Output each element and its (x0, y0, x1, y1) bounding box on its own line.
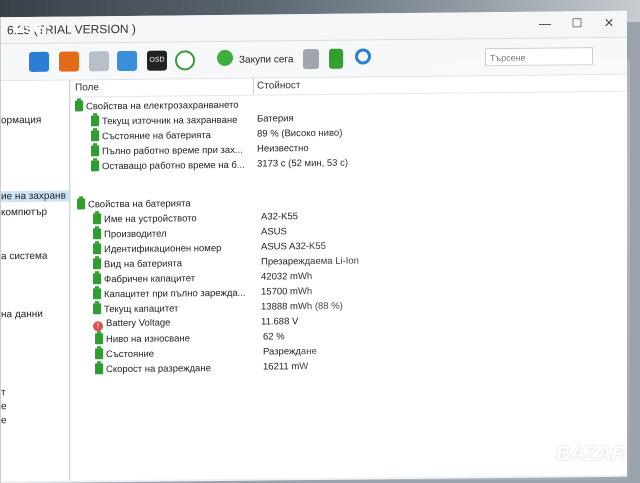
group-header[interactable]: Свойства на батерията (77, 197, 191, 212)
row-field: Ниво на износване (106, 333, 190, 346)
row-field: Капацитет при пълно зарежда... (104, 287, 246, 301)
row-value: 11.688 V (261, 316, 299, 328)
column-header-field[interactable]: Поле (75, 82, 99, 93)
table-row[interactable]: Фабричен капацитет (93, 272, 195, 287)
tree-item[interactable]: е (1, 401, 7, 412)
battery-icon (91, 115, 99, 127)
tree-item[interactable]: ормация (1, 115, 41, 126)
app-window: 6.25 (TRIAL VERSION ) — ☐ ✕ OSD Закупи с… (0, 10, 627, 483)
row-value: Разреждане (263, 345, 317, 358)
battery-icon (93, 213, 101, 225)
battery-icon (95, 348, 103, 360)
tools-icon[interactable] (89, 51, 109, 72)
row-field: Battery Voltage (106, 317, 171, 330)
row-field: Скорост на разреждане (106, 363, 211, 376)
search-icon[interactable] (355, 48, 371, 65)
table-row[interactable]: Състояние на батерията (91, 129, 211, 144)
battery-icon (93, 243, 101, 255)
battery-icon (91, 130, 99, 142)
tree-item[interactable]: компютър (1, 207, 47, 218)
group-title: Свойства на електрозахранването (86, 99, 239, 113)
user-overlay-label: user (14, 20, 50, 37)
group-title: Свойства на батерията (88, 198, 191, 211)
tree-item-selected[interactable]: ие на захранв (1, 190, 70, 203)
row-field: Идентификационен номер (104, 242, 222, 256)
battery-icon (75, 100, 83, 112)
download-arrow-icon[interactable] (329, 48, 343, 69)
battery-icon (93, 273, 101, 285)
row-value: ASUS A32-K55 (261, 240, 326, 253)
column-header-value[interactable]: Стойност (257, 80, 301, 91)
row-value: ASUS (261, 226, 287, 238)
row-field: Вид на батерията (104, 258, 183, 271)
tree-item[interactable]: т (1, 387, 6, 398)
row-value: 13888 mWh (88 %) (261, 300, 343, 313)
buy-now-icon[interactable] (217, 49, 233, 67)
table-row[interactable]: Текущ капацитет (93, 302, 178, 317)
row-value: Батерия (257, 113, 294, 125)
row-value: 62 % (263, 331, 285, 343)
battery-icon (91, 160, 99, 172)
table-row[interactable]: Състояние (95, 348, 154, 363)
row-value: 42032 mWh (261, 271, 313, 283)
watermark-logo: BAZAR (556, 443, 626, 465)
battery-icon (95, 333, 103, 345)
gauge-icon[interactable] (175, 50, 195, 71)
row-field: Състояние (106, 348, 155, 361)
table-row[interactable]: Ниво на износване (95, 332, 190, 347)
row-field: Пълно работно време при зах... (102, 144, 243, 158)
battery-icon (93, 288, 101, 300)
maximize-button[interactable]: ☐ (569, 15, 585, 31)
table-row[interactable]: Скорост на разреждане (95, 362, 211, 377)
row-value: 16211 mW (263, 361, 309, 373)
row-value: 89 % (Високо ниво) (257, 127, 343, 140)
battery-icon (93, 228, 101, 240)
flame-icon[interactable] (59, 51, 79, 72)
row-value: Неизвестно (257, 143, 309, 155)
row-value: Презареждаема Li-Ion (261, 255, 359, 268)
navigation-tree: ормация ие на захранв компютър а система… (1, 80, 70, 482)
row-field: Оставащо работно време на б... (102, 159, 245, 173)
row-value: 3173 с (52 мин, 53 с) (257, 157, 349, 170)
row-field: Производител (104, 228, 167, 241)
network-icon[interactable] (117, 50, 137, 72)
row-field: Текущ капацитет (104, 303, 179, 316)
table-row[interactable]: Оставащо работно време на б... (91, 159, 245, 175)
wrench-icon[interactable] (303, 48, 319, 70)
buy-now-button[interactable]: Закупи сега (239, 54, 293, 66)
row-field: Име на устройството (104, 213, 197, 226)
row-value: A32-K55 (261, 211, 298, 223)
header-divider (71, 90, 627, 98)
osd-icon[interactable]: OSD (147, 50, 167, 71)
tree-item[interactable]: е (1, 415, 7, 426)
row-field: Текущ източник на захранване (102, 114, 238, 128)
details-table: Поле Стойност Свойства на електрозахранв… (71, 74, 627, 481)
close-button[interactable]: ✕ (601, 15, 617, 31)
table-row[interactable]: Пълно работно време при зах... (91, 144, 243, 160)
battery-icon (93, 303, 101, 315)
table-row[interactable]: Вид на батерията (93, 257, 182, 272)
row-value: 15700 mWh (261, 286, 313, 298)
voltage-warning-icon: ! (93, 321, 103, 332)
battery-icon (91, 145, 99, 157)
minimize-button[interactable]: — (537, 15, 553, 31)
table-row[interactable]: Капацитет при пълно зарежда... (93, 287, 246, 303)
table-row[interactable]: Име на устройството (93, 212, 197, 227)
table-row[interactable]: ! Battery Voltage (93, 317, 170, 332)
row-field: Състояние на батерията (102, 130, 211, 143)
battery-icon (95, 363, 103, 375)
table-row[interactable]: Идентификационен номер (93, 242, 221, 257)
computer-icon[interactable] (29, 51, 49, 72)
row-field: Фабричен капацитет (104, 273, 196, 286)
tree-item[interactable]: а система (1, 251, 47, 262)
column-divider[interactable] (253, 78, 254, 95)
table-row[interactable]: Производител (93, 228, 167, 243)
tree-item[interactable]: на данни (1, 309, 43, 320)
window-controls: — ☐ ✕ (537, 15, 617, 32)
group-header[interactable]: Свойства на електрозахранването (75, 99, 239, 115)
table-row[interactable]: Текущ източник на захранване (91, 114, 237, 130)
battery-icon (93, 258, 101, 270)
battery-icon (77, 198, 85, 210)
search-input[interactable]: Търсене (485, 47, 593, 67)
